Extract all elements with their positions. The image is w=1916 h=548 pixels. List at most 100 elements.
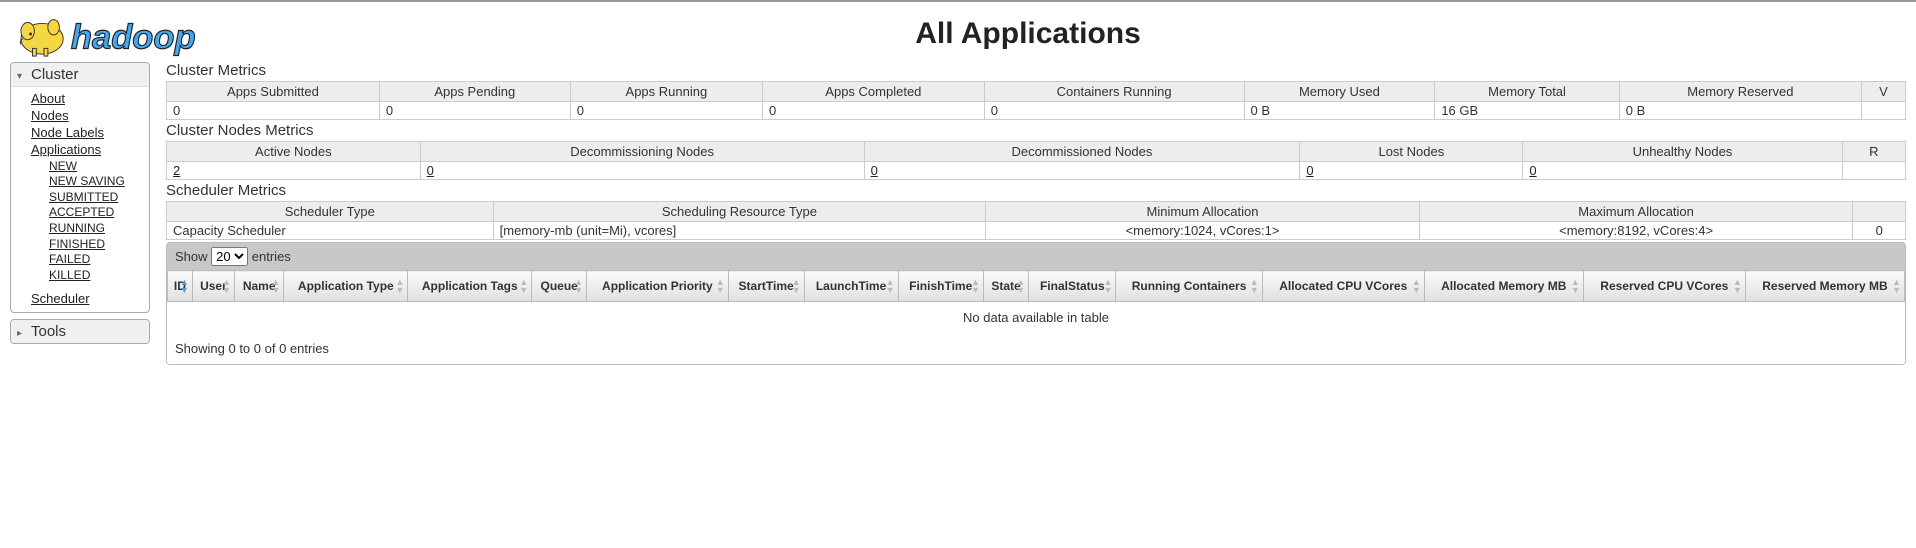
col-alloc-mem[interactable]: Allocated Memory MB▲▼ bbox=[1424, 271, 1583, 302]
col-running-containers[interactable]: Running Containers▲▼ bbox=[1116, 271, 1262, 302]
sort-icon: ▲▼ bbox=[971, 278, 980, 294]
hadoop-logo: hadoop bbox=[10, 10, 270, 58]
cluster-metrics-table: Apps Submitted Apps Pending Apps Running… bbox=[166, 81, 1906, 120]
link-decommissioned-nodes[interactable]: 0 bbox=[871, 163, 878, 178]
sort-icon: ▲▼ bbox=[792, 278, 801, 294]
th-rebooted-nodes: R bbox=[1842, 142, 1905, 162]
triangle-right-icon: ▸ bbox=[17, 328, 27, 339]
td-min-allocation: <memory:1024, vCores:1> bbox=[986, 222, 1420, 240]
col-alloc-cpu[interactable]: Allocated CPU VCores▲▼ bbox=[1262, 271, 1424, 302]
sort-icon: ▲▼ bbox=[271, 278, 280, 294]
col-launch-time[interactable]: LaunchTime▲▼ bbox=[804, 271, 898, 302]
cluster-metrics-title: Cluster Metrics bbox=[166, 62, 1906, 79]
col-start-time[interactable]: StartTime▲▼ bbox=[728, 271, 804, 302]
th-apps-completed: Apps Completed bbox=[763, 82, 985, 102]
datatable-length-control: Show 20 entries bbox=[167, 243, 1905, 270]
svg-text:hadoop: hadoop bbox=[71, 18, 196, 56]
applications-table-wrapper: Show 20 entries ID▲▼ User▲▼ Name▲▼ Appli… bbox=[166, 242, 1906, 365]
td-containers-running: 0 bbox=[984, 102, 1244, 120]
td-memory-used: 0 B bbox=[1244, 102, 1435, 120]
th-memory-total: Memory Total bbox=[1435, 82, 1619, 102]
th-decommissioned-nodes: Decommissioned Nodes bbox=[864, 142, 1300, 162]
sidebar-link-applications[interactable]: Applications bbox=[31, 142, 139, 159]
sort-icon: ▲▼ bbox=[716, 278, 725, 294]
sort-icon: ▲▼ bbox=[574, 278, 583, 294]
col-app-tags[interactable]: Application Tags▲▼ bbox=[408, 271, 532, 302]
page-title: All Applications bbox=[270, 17, 1786, 51]
col-app-priority[interactable]: Application Priority▲▼ bbox=[587, 271, 729, 302]
col-name[interactable]: Name▲▼ bbox=[235, 271, 284, 302]
th-active-nodes: Active Nodes bbox=[167, 142, 421, 162]
td-max-allocation: <memory:8192, vCores:4> bbox=[1419, 222, 1853, 240]
sidebar-link-nodes[interactable]: Nodes bbox=[31, 108, 139, 125]
col-id[interactable]: ID▲▼ bbox=[168, 271, 193, 302]
th-unhealthy-nodes: Unhealthy Nodes bbox=[1523, 142, 1842, 162]
sidebar-link-failed[interactable]: FAILED bbox=[49, 252, 139, 268]
sidebar-link-about[interactable]: About bbox=[31, 91, 139, 108]
th-max-allocation: Maximum Allocation bbox=[1419, 202, 1853, 222]
link-decommissioning-nodes[interactable]: 0 bbox=[427, 163, 434, 178]
col-queue[interactable]: Queue▲▼ bbox=[532, 271, 587, 302]
td-apps-running: 0 bbox=[570, 102, 762, 120]
sidebar-link-running[interactable]: RUNNING bbox=[49, 221, 139, 237]
td-vcores bbox=[1861, 102, 1905, 120]
td-scheduling-resource-type: [memory-mb (unit=Mi), vcores] bbox=[493, 222, 986, 240]
td-memory-total: 16 GB bbox=[1435, 102, 1619, 120]
th-lost-nodes: Lost Nodes bbox=[1300, 142, 1523, 162]
td-memory-reserved: 0 B bbox=[1619, 102, 1861, 120]
th-decommissioning-nodes: Decommissioning Nodes bbox=[420, 142, 864, 162]
cluster-nodes-metrics-title: Cluster Nodes Metrics bbox=[166, 122, 1906, 139]
link-unhealthy-nodes[interactable]: 0 bbox=[1529, 163, 1536, 178]
sidebar-tools-header[interactable]: ▸Tools bbox=[11, 320, 149, 343]
sort-icon: ▲▼ bbox=[1892, 278, 1901, 294]
sort-icon: ▲▼ bbox=[519, 278, 528, 294]
th-memory-reserved: Memory Reserved bbox=[1619, 82, 1861, 102]
col-res-mem[interactable]: Reserved Memory MB▲▼ bbox=[1745, 271, 1904, 302]
col-res-cpu[interactable]: Reserved CPU VCores▲▼ bbox=[1583, 271, 1745, 302]
th-memory-used: Memory Used bbox=[1244, 82, 1435, 102]
sidebar-tools-section: ▸Tools bbox=[10, 319, 150, 344]
sidebar-link-killed[interactable]: KILLED bbox=[49, 268, 139, 284]
col-final-status[interactable]: FinalStatus▲▼ bbox=[1029, 271, 1116, 302]
sidebar-cluster-section: ▾Cluster About Nodes Node Labels Applica… bbox=[10, 62, 150, 313]
sidebar-link-accepted[interactable]: ACCEPTED bbox=[49, 205, 139, 221]
scheduler-metrics-table: Scheduler Type Scheduling Resource Type … bbox=[166, 201, 1906, 240]
th-scheduler-extra bbox=[1853, 202, 1906, 222]
sort-icon: ▲▼ bbox=[1250, 278, 1259, 294]
sidebar-link-node-labels[interactable]: Node Labels bbox=[31, 125, 139, 142]
sidebar-cluster-header[interactable]: ▾Cluster bbox=[11, 63, 149, 87]
sidebar-link-finished[interactable]: FINISHED bbox=[49, 237, 139, 253]
th-containers-running: Containers Running bbox=[984, 82, 1244, 102]
col-app-type[interactable]: Application Type▲▼ bbox=[284, 271, 408, 302]
scheduler-metrics-title: Scheduler Metrics bbox=[166, 182, 1906, 199]
th-vcores: V bbox=[1861, 82, 1905, 102]
datatable-info: Showing 0 to 0 of 0 entries bbox=[167, 333, 1905, 364]
sidebar-link-submitted[interactable]: SUBMITTED bbox=[49, 190, 139, 206]
sort-icon: ▲▼ bbox=[222, 278, 231, 294]
sort-asc-icon: ▲▼ bbox=[180, 278, 189, 294]
cluster-nodes-metrics-table: Active Nodes Decommissioning Nodes Decom… bbox=[166, 141, 1906, 180]
th-apps-running: Apps Running bbox=[570, 82, 762, 102]
sidebar: ▾Cluster About Nodes Node Labels Applica… bbox=[10, 62, 150, 365]
col-finish-time[interactable]: FinishTime▲▼ bbox=[898, 271, 983, 302]
empty-table-message: No data available in table bbox=[168, 302, 1905, 334]
td-apps-submitted: 0 bbox=[167, 102, 380, 120]
sidebar-link-new[interactable]: NEW bbox=[49, 159, 139, 175]
sidebar-link-new-saving[interactable]: NEW SAVING bbox=[49, 174, 139, 190]
sort-icon: ▲▼ bbox=[1733, 278, 1742, 294]
sort-icon: ▲▼ bbox=[1103, 278, 1112, 294]
th-scheduling-resource-type: Scheduling Resource Type bbox=[493, 202, 986, 222]
th-apps-pending: Apps Pending bbox=[379, 82, 570, 102]
page-size-select[interactable]: 20 bbox=[211, 247, 248, 266]
col-state[interactable]: State▲▼ bbox=[983, 271, 1028, 302]
th-min-allocation: Minimum Allocation bbox=[986, 202, 1420, 222]
th-scheduler-type: Scheduler Type bbox=[167, 202, 494, 222]
link-lost-nodes[interactable]: 0 bbox=[1306, 163, 1313, 178]
sort-icon: ▲▼ bbox=[1016, 278, 1025, 294]
td-apps-pending: 0 bbox=[379, 102, 570, 120]
sidebar-link-scheduler[interactable]: Scheduler bbox=[31, 291, 139, 308]
td-apps-completed: 0 bbox=[763, 102, 985, 120]
th-apps-submitted: Apps Submitted bbox=[167, 82, 380, 102]
link-active-nodes[interactable]: 2 bbox=[173, 163, 180, 178]
col-user[interactable]: User▲▼ bbox=[192, 271, 234, 302]
